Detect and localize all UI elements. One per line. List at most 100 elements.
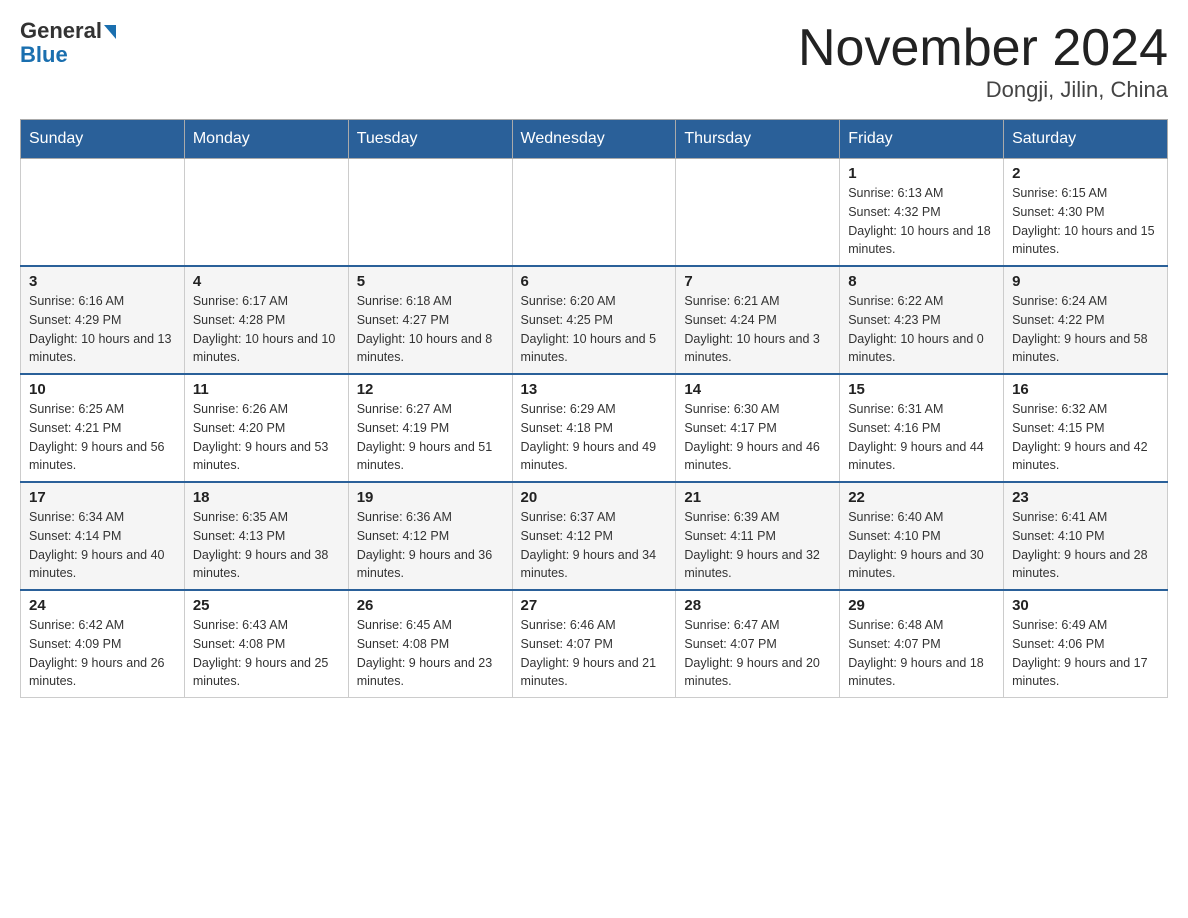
day-info: Sunrise: 6:17 AMSunset: 4:28 PMDaylight:… <box>193 292 340 367</box>
header-friday: Friday <box>840 120 1004 159</box>
table-row: 11 Sunrise: 6:26 AMSunset: 4:20 PMDayligh… <box>184 374 348 482</box>
day-number: 16 <box>1012 381 1159 398</box>
day-number: 6 <box>521 273 668 290</box>
day-number: 3 <box>29 273 176 290</box>
calendar-week-row: 17 Sunrise: 6:34 AMSunset: 4:14 PMDayligh… <box>21 482 1168 590</box>
day-number: 10 <box>29 381 176 398</box>
table-row <box>512 159 676 267</box>
day-info: Sunrise: 6:34 AMSunset: 4:14 PMDaylight:… <box>29 508 176 583</box>
calendar-table: Sunday Monday Tuesday Wednesday Thursday… <box>20 119 1168 698</box>
header-monday: Monday <box>184 120 348 159</box>
table-row: 8 Sunrise: 6:22 AMSunset: 4:23 PMDaylight… <box>840 266 1004 374</box>
day-number: 26 <box>357 597 504 614</box>
day-number: 9 <box>1012 273 1159 290</box>
day-info: Sunrise: 6:30 AMSunset: 4:17 PMDaylight:… <box>684 400 831 475</box>
day-info: Sunrise: 6:18 AMSunset: 4:27 PMDaylight:… <box>357 292 504 367</box>
day-number: 15 <box>848 381 995 398</box>
header-wednesday: Wednesday <box>512 120 676 159</box>
day-info: Sunrise: 6:49 AMSunset: 4:06 PMDaylight:… <box>1012 616 1159 691</box>
calendar-week-row: 1 Sunrise: 6:13 AMSunset: 4:32 PMDaylight… <box>21 159 1168 267</box>
day-number: 11 <box>193 381 340 398</box>
day-info: Sunrise: 6:20 AMSunset: 4:25 PMDaylight:… <box>521 292 668 367</box>
day-info: Sunrise: 6:27 AMSunset: 4:19 PMDaylight:… <box>357 400 504 475</box>
day-info: Sunrise: 6:31 AMSunset: 4:16 PMDaylight:… <box>848 400 995 475</box>
table-row: 23Sunrise: 6:41 AMSunset: 4:10 PMDayligh… <box>1004 482 1168 590</box>
table-row: 29 Sunrise: 6:48 AMSunset: 4:07 PMDayligh… <box>840 590 1004 698</box>
table-row: 16Sunrise: 6:32 AMSunset: 4:15 PMDayligh… <box>1004 374 1168 482</box>
table-row: 5 Sunrise: 6:18 AMSunset: 4:27 PMDaylight… <box>348 266 512 374</box>
table-row: 22 Sunrise: 6:40 AMSunset: 4:10 PMDayligh… <box>840 482 1004 590</box>
day-info: Sunrise: 6:22 AMSunset: 4:23 PMDaylight:… <box>848 292 995 367</box>
header-tuesday: Tuesday <box>348 120 512 159</box>
day-number: 5 <box>357 273 504 290</box>
table-row: 28 Sunrise: 6:47 AMSunset: 4:07 PMDayligh… <box>676 590 840 698</box>
table-row: 27Sunrise: 6:46 AMSunset: 4:07 PMDayligh… <box>512 590 676 698</box>
calendar-subtitle: Dongji, Jilin, China <box>798 77 1168 103</box>
day-info: Sunrise: 6:45 AMSunset: 4:08 PMDaylight:… <box>357 616 504 691</box>
day-number: 12 <box>357 381 504 398</box>
calendar-week-row: 24 Sunrise: 6:42 AMSunset: 4:09 PMDayligh… <box>21 590 1168 698</box>
page-header: General Blue November 2024 Dongji, Jilin… <box>20 20 1168 103</box>
table-row: 9 Sunrise: 6:24 AMSunset: 4:22 PMDaylight… <box>1004 266 1168 374</box>
header-thursday: Thursday <box>676 120 840 159</box>
logo: General Blue <box>20 20 116 68</box>
day-number: 28 <box>684 597 831 614</box>
day-info: Sunrise: 6:36 AMSunset: 4:12 PMDaylight:… <box>357 508 504 583</box>
table-row: 19 Sunrise: 6:36 AMSunset: 4:12 PMDayligh… <box>348 482 512 590</box>
table-row: 20Sunrise: 6:37 AMSunset: 4:12 PMDayligh… <box>512 482 676 590</box>
day-number: 19 <box>357 489 504 506</box>
logo-general: General <box>20 20 116 42</box>
day-info: Sunrise: 6:48 AMSunset: 4:07 PMDaylight:… <box>848 616 995 691</box>
day-number: 21 <box>684 489 831 506</box>
calendar-header-row: Sunday Monday Tuesday Wednesday Thursday… <box>21 120 1168 159</box>
day-number: 1 <box>848 165 995 182</box>
day-info: Sunrise: 6:43 AMSunset: 4:08 PMDaylight:… <box>193 616 340 691</box>
logo-blue: Blue <box>20 42 68 68</box>
day-info: Sunrise: 6:13 AMSunset: 4:32 PMDaylight:… <box>848 184 995 259</box>
table-row <box>348 159 512 267</box>
day-number: 8 <box>848 273 995 290</box>
day-info: Sunrise: 6:40 AMSunset: 4:10 PMDaylight:… <box>848 508 995 583</box>
day-number: 24 <box>29 597 176 614</box>
table-row: 15 Sunrise: 6:31 AMSunset: 4:16 PMDayligh… <box>840 374 1004 482</box>
header-saturday: Saturday <box>1004 120 1168 159</box>
table-row: 1 Sunrise: 6:13 AMSunset: 4:32 PMDaylight… <box>840 159 1004 267</box>
table-row: 14 Sunrise: 6:30 AMSunset: 4:17 PMDayligh… <box>676 374 840 482</box>
table-row: 4Sunrise: 6:17 AMSunset: 4:28 PMDaylight… <box>184 266 348 374</box>
table-row: 26 Sunrise: 6:45 AMSunset: 4:08 PMDayligh… <box>348 590 512 698</box>
day-info: Sunrise: 6:25 AMSunset: 4:21 PMDaylight:… <box>29 400 176 475</box>
table-row <box>184 159 348 267</box>
title-block: November 2024 Dongji, Jilin, China <box>798 20 1168 103</box>
table-row <box>676 159 840 267</box>
day-info: Sunrise: 6:16 AMSunset: 4:29 PMDaylight:… <box>29 292 176 367</box>
table-row: 24 Sunrise: 6:42 AMSunset: 4:09 PMDayligh… <box>21 590 185 698</box>
table-row: 12 Sunrise: 6:27 AMSunset: 4:19 PMDayligh… <box>348 374 512 482</box>
day-info: Sunrise: 6:39 AMSunset: 4:11 PMDaylight:… <box>684 508 831 583</box>
calendar-week-row: 10 Sunrise: 6:25 AMSunset: 4:21 PMDayligh… <box>21 374 1168 482</box>
table-row: 13Sunrise: 6:29 AMSunset: 4:18 PMDayligh… <box>512 374 676 482</box>
day-number: 22 <box>848 489 995 506</box>
table-row: 25 Sunrise: 6:43 AMSunset: 4:08 PMDayligh… <box>184 590 348 698</box>
day-info: Sunrise: 6:42 AMSunset: 4:09 PMDaylight:… <box>29 616 176 691</box>
day-number: 17 <box>29 489 176 506</box>
day-info: Sunrise: 6:26 AMSunset: 4:20 PMDaylight:… <box>193 400 340 475</box>
calendar-week-row: 3 Sunrise: 6:16 AMSunset: 4:29 PMDaylight… <box>21 266 1168 374</box>
day-info: Sunrise: 6:24 AMSunset: 4:22 PMDaylight:… <box>1012 292 1159 367</box>
day-number: 14 <box>684 381 831 398</box>
table-row: 7 Sunrise: 6:21 AMSunset: 4:24 PMDaylight… <box>676 266 840 374</box>
table-row: 10 Sunrise: 6:25 AMSunset: 4:21 PMDayligh… <box>21 374 185 482</box>
day-number: 29 <box>848 597 995 614</box>
day-info: Sunrise: 6:29 AMSunset: 4:18 PMDaylight:… <box>521 400 668 475</box>
day-info: Sunrise: 6:47 AMSunset: 4:07 PMDaylight:… <box>684 616 831 691</box>
table-row: 30Sunrise: 6:49 AMSunset: 4:06 PMDayligh… <box>1004 590 1168 698</box>
day-number: 25 <box>193 597 340 614</box>
day-number: 23 <box>1012 489 1159 506</box>
day-number: 7 <box>684 273 831 290</box>
calendar-title: November 2024 <box>798 20 1168 77</box>
day-info: Sunrise: 6:37 AMSunset: 4:12 PMDaylight:… <box>521 508 668 583</box>
table-row <box>21 159 185 267</box>
header-sunday: Sunday <box>21 120 185 159</box>
day-info: Sunrise: 6:21 AMSunset: 4:24 PMDaylight:… <box>684 292 831 367</box>
day-info: Sunrise: 6:35 AMSunset: 4:13 PMDaylight:… <box>193 508 340 583</box>
day-info: Sunrise: 6:15 AMSunset: 4:30 PMDaylight:… <box>1012 184 1159 259</box>
